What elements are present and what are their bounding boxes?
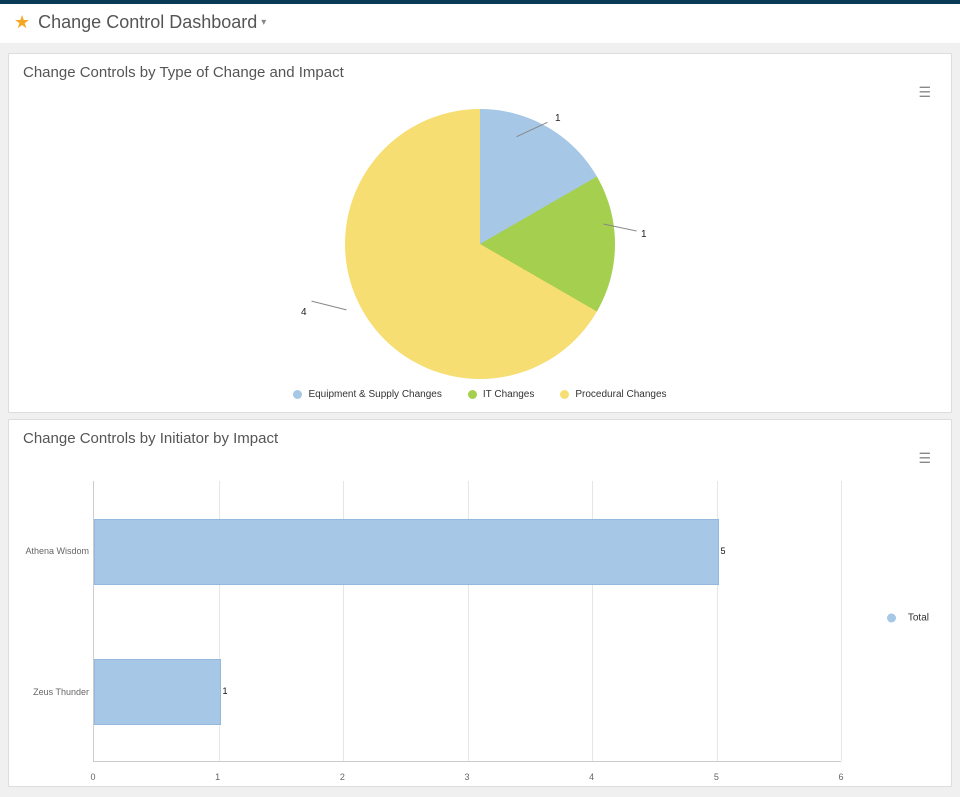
bar-value-label: 5 [721, 546, 726, 556]
legend-label: Procedural Changes [575, 389, 666, 400]
panel-type-of-change: Change Controls by Type of Change and Im… [8, 53, 952, 413]
pie-slice-label-procedural: 4 [301, 307, 307, 318]
panel1-title: Change Controls by Type of Change and Im… [23, 64, 344, 81]
bar-plot-area: 51 [93, 481, 841, 762]
legend-dot-icon [293, 390, 302, 399]
panel1-header: Change Controls by Type of Change and Im… [9, 54, 951, 101]
bar-category-label: Zeus Thunder [33, 687, 89, 697]
legend-item-procedural[interactable]: Procedural Changes [560, 389, 666, 400]
pie-slice-label-equipment: 1 [555, 113, 561, 124]
legend-dot-icon [468, 390, 477, 399]
pie-legend: Equipment & Supply Changes IT Changes Pr… [9, 383, 951, 412]
pie-slice-label-it: 1 [641, 229, 647, 240]
bar-zeus-thunder[interactable] [94, 659, 221, 725]
bar-chart: Athena Wisdom Zeus Thunder 51 Total 0123… [9, 467, 951, 786]
x-tick-label: 3 [464, 772, 469, 782]
bar-legend[interactable]: Total [887, 612, 929, 623]
pie-leader-line [516, 122, 547, 137]
legend-label: Equipment & Supply Changes [308, 389, 441, 400]
legend-label: IT Changes [483, 389, 535, 400]
legend-item-equipment[interactable]: Equipment & Supply Changes [293, 389, 441, 400]
legend-dot-icon [560, 390, 569, 399]
x-tick-label: 6 [838, 772, 843, 782]
x-tick-label: 0 [90, 772, 95, 782]
pie-graphic[interactable]: 1 1 4 [345, 109, 615, 379]
pie-leader-line [311, 301, 346, 311]
pie-chart: 1 1 4 Equipment & Supply Changes IT Chan… [9, 101, 951, 412]
panel2-title: Change Controls by Initiator by Impact [23, 430, 278, 447]
bar-value-label: 1 [223, 686, 228, 696]
x-tick-label: 1 [215, 772, 220, 782]
x-tick-label: 4 [589, 772, 594, 782]
dashboard-dropdown-caret-icon[interactable]: ▾ [261, 17, 266, 28]
bar-category-label: Athena Wisdom [25, 546, 89, 556]
bar-y-axis: Athena Wisdom Zeus Thunder [21, 481, 93, 762]
panel-initiator: Change Controls by Initiator by Impact ☰… [8, 419, 952, 787]
bar-x-axis: 0 1 2 3 4 5 6 [93, 768, 841, 786]
gridline [841, 481, 842, 761]
legend-label: Total [908, 612, 929, 623]
panel2-header: Change Controls by Initiator by Impact ☰ [9, 420, 951, 467]
dashboard-title: Change Control Dashboard [38, 12, 257, 33]
pie-leader-line [603, 223, 636, 231]
legend-dot-icon [887, 613, 896, 622]
favorite-star-icon[interactable]: ★ [14, 12, 30, 33]
x-tick-label: 2 [340, 772, 345, 782]
panel1-menu-icon[interactable]: ☰ [918, 84, 931, 101]
bar-athena-wisdom[interactable] [94, 519, 719, 585]
x-tick-label: 5 [714, 772, 719, 782]
dashboard-body: Change Controls by Type of Change and Im… [0, 43, 960, 797]
dashboard-header: ★ Change Control Dashboard ▾ [0, 4, 960, 43]
legend-item-it[interactable]: IT Changes [468, 389, 535, 400]
panel2-menu-icon[interactable]: ☰ [918, 450, 931, 467]
